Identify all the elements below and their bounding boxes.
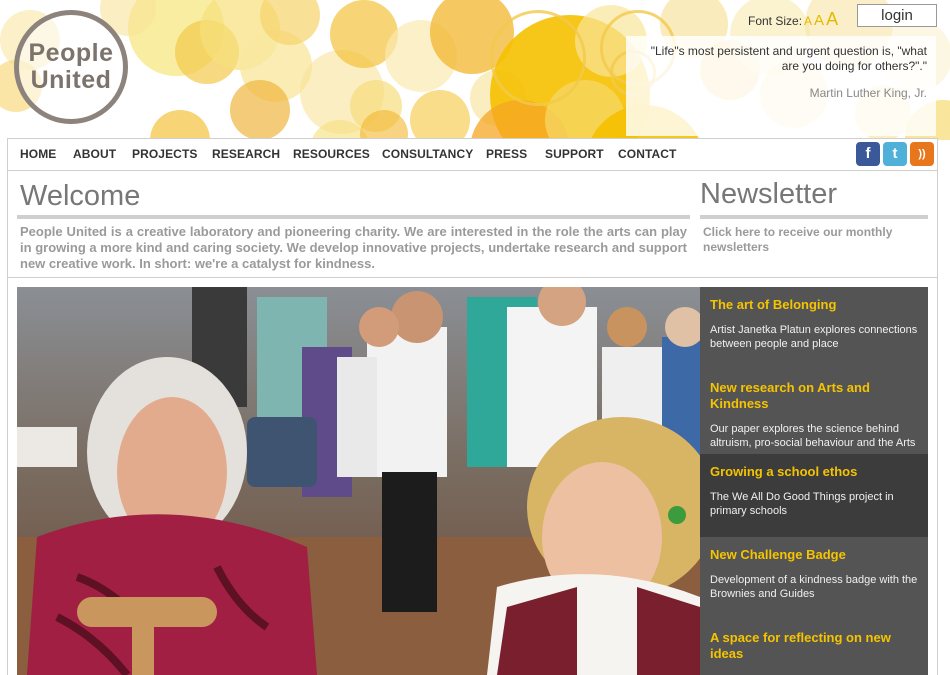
login-button[interactable]: login bbox=[857, 4, 937, 27]
welcome-text: People United is a creative laboratory a… bbox=[20, 224, 687, 271]
story-item-art-of-belonging[interactable]: The art of Belonging Artist Janetka Plat… bbox=[700, 287, 928, 370]
story-description: Artist Janetka Platun explores connectio… bbox=[710, 324, 918, 350]
nav-item-support[interactable]: SUPPORT bbox=[545, 147, 604, 161]
nav-item-press[interactable]: PRESS bbox=[486, 147, 527, 161]
nav-item-resources[interactable]: RESOURCES bbox=[293, 147, 370, 161]
feature-photo-illustration bbox=[17, 287, 700, 675]
decorative-bubble bbox=[150, 110, 210, 140]
nav-item-contact[interactable]: CONTACT bbox=[618, 147, 676, 161]
nav-item-research[interactable]: RESEARCH bbox=[212, 147, 280, 161]
newsletter-heading: Newsletter bbox=[700, 178, 837, 210]
main-nav: HOME ABOUT PROJECTS RESEARCH RESOURCES C… bbox=[7, 138, 938, 171]
twitter-icon[interactable]: t bbox=[883, 142, 907, 166]
story-title: Growing a school ethos bbox=[710, 464, 858, 479]
story-description: Our paper explores the science behind al… bbox=[710, 423, 916, 449]
font-size-small-button[interactable]: A bbox=[804, 14, 812, 28]
decorative-ring bbox=[490, 10, 586, 106]
story-title: The art of Belonging bbox=[710, 297, 837, 312]
story-item-school-ethos[interactable]: Growing a school ethos The We All Do Goo… bbox=[700, 454, 928, 537]
welcome-heading: Welcome bbox=[20, 180, 141, 212]
story-description: Development of a kindness badge with the… bbox=[710, 574, 918, 600]
nav-item-consultancy[interactable]: CONSULTANCY bbox=[382, 147, 473, 161]
decorative-bubble bbox=[230, 80, 290, 140]
rss-icon[interactable]: )) bbox=[910, 142, 934, 166]
stories-panel: The art of Belonging Artist Janetka Plat… bbox=[700, 287, 928, 675]
font-size-large-button[interactable]: A bbox=[826, 9, 838, 30]
nav-item-home[interactable]: HOME bbox=[20, 147, 56, 161]
quote-box: "Life"s most persistent and urgent quest… bbox=[626, 36, 936, 136]
nav-item-about[interactable]: ABOUT bbox=[73, 147, 116, 161]
font-size-medium-button[interactable]: A bbox=[814, 12, 824, 29]
font-size-control: Font Size: A A A bbox=[748, 9, 838, 30]
welcome-underline bbox=[17, 215, 690, 219]
newsletter-underline bbox=[700, 215, 928, 219]
facebook-icon[interactable]: f bbox=[856, 142, 880, 166]
story-item-space-for-reflecting[interactable]: A space for reflecting on new ideas bbox=[700, 620, 928, 675]
newsletter-link[interactable]: Click here to receive our monthly newsle… bbox=[703, 225, 903, 255]
story-item-challenge-badge[interactable]: New Challenge Badge Development of a kin… bbox=[700, 537, 928, 620]
site-logo[interactable]: People United bbox=[14, 10, 128, 124]
decorative-bubble bbox=[410, 90, 470, 140]
logo-line-2: United bbox=[30, 66, 112, 94]
story-title: New Challenge Badge bbox=[710, 547, 846, 562]
site-header: People United Font Size: A A A login "Li… bbox=[0, 0, 950, 140]
section-divider bbox=[8, 277, 937, 278]
font-size-label: Font Size: bbox=[748, 14, 803, 28]
quote-author: Martin Luther King, Jr. bbox=[809, 86, 927, 100]
logo-line-1: People bbox=[28, 39, 114, 67]
story-description: The We All Do Good Things project in pri… bbox=[710, 491, 894, 517]
nav-item-projects[interactable]: PROJECTS bbox=[132, 147, 197, 161]
feature-photo[interactable] bbox=[17, 287, 700, 675]
story-title: A space for reflecting on new ideas bbox=[710, 630, 891, 661]
quote-text: "Life"s most persistent and urgent quest… bbox=[650, 44, 927, 73]
story-item-new-research[interactable]: New research on Arts and Kindness Our pa… bbox=[700, 370, 928, 454]
story-title: New research on Arts and Kindness bbox=[710, 380, 870, 411]
